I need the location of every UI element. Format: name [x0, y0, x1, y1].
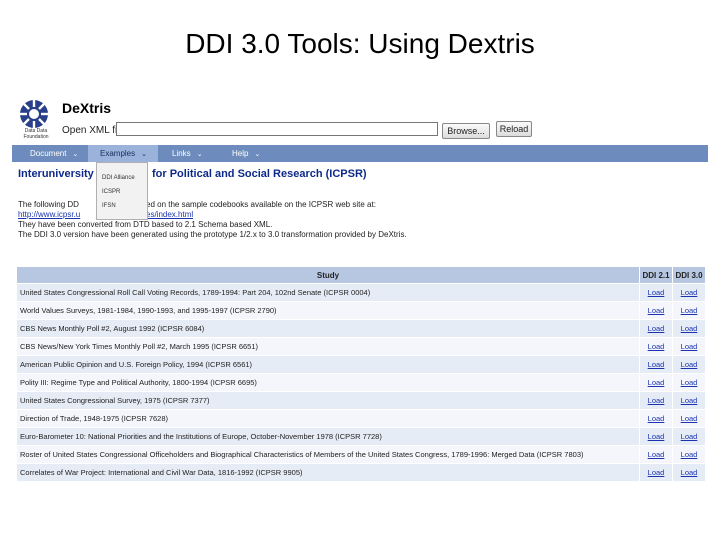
- desc-text: ed on the sample codebooks available on …: [146, 200, 376, 209]
- dropdown-item-ddi-alliance[interactable]: DDI Alliance: [102, 175, 135, 181]
- slide-title: DDI 3.0 Tools: Using Dextris: [185, 28, 535, 59]
- dropdown-item-ifsn[interactable]: IFSN: [102, 203, 116, 209]
- menu-examples[interactable]: Examples ⌄: [88, 145, 158, 162]
- description-line-3: They have been converted from DTD based …: [18, 220, 273, 229]
- chevron-down-icon: ⌄: [196, 151, 203, 158]
- table-row: United States Congressional Survey, 1975…: [16, 391, 706, 410]
- page-title: Interuniversity for Political and Social…: [18, 168, 367, 180]
- study-name: Euro-Barometer 10: National Priorities a…: [16, 427, 640, 446]
- table-row: World Values Surveys, 1981-1984, 1990-19…: [16, 301, 706, 320]
- table-row: United States Congressional Roll Call Vo…: [16, 283, 706, 302]
- study-name: Direction of Trade, 1948-1975 (ICPSR 762…: [16, 409, 640, 428]
- load-ddi21-link[interactable]: Load: [639, 391, 673, 410]
- menu-label: Document: [30, 149, 67, 158]
- load-ddi21-link[interactable]: Load: [639, 427, 673, 446]
- load-ddi21-link[interactable]: Load: [639, 373, 673, 392]
- table-row: American Public Opinion and U.S. Foreign…: [16, 355, 706, 374]
- browse-button[interactable]: Browse...: [442, 123, 490, 139]
- study-name: United States Congressional Survey, 1975…: [16, 391, 640, 410]
- column-header-ddi30: DDI 3.0: [672, 266, 706, 284]
- load-ddi21-link[interactable]: Load: [639, 409, 673, 428]
- load-ddi21-link[interactable]: Load: [639, 319, 673, 338]
- load-ddi21-link[interactable]: Load: [639, 337, 673, 356]
- load-ddi30-link[interactable]: Load: [672, 283, 706, 302]
- menu-document[interactable]: Document ⌄: [22, 145, 84, 162]
- icpsr-link[interactable]: http://www.icpsr.u: [18, 210, 80, 219]
- menu-bar: Document ⌄ Examples ⌄ Links ⌄ Help ⌄: [12, 145, 708, 162]
- table-row: CBS News Monthly Poll #2, August 1992 (I…: [16, 319, 706, 338]
- table-row: Polity III: Regime Type and Political Au…: [16, 373, 706, 392]
- menu-help[interactable]: Help ⌄: [224, 145, 284, 162]
- study-name: Roster of United States Congressional Of…: [16, 445, 640, 464]
- load-ddi30-link[interactable]: Load: [672, 391, 706, 410]
- load-ddi30-link[interactable]: Load: [672, 427, 706, 446]
- load-ddi21-link[interactable]: Load: [639, 301, 673, 320]
- study-name: CBS News/New York Times Monthly Poll #2,…: [16, 337, 640, 356]
- table-row: Euro-Barometer 10: National Priorities a…: [16, 427, 706, 446]
- table-row: Direction of Trade, 1948-1975 (ICPSR 762…: [16, 409, 706, 428]
- study-name: CBS News Monthly Poll #2, August 1992 (I…: [16, 319, 640, 338]
- page-title-left: Interuniversity: [18, 168, 94, 180]
- chevron-down-icon: ⌄: [254, 151, 261, 158]
- load-ddi21-link[interactable]: Load: [639, 283, 673, 302]
- table-row: Correlates of War Project: International…: [16, 463, 706, 482]
- icpsr-link-tail[interactable]: es/index.html: [146, 210, 193, 220]
- page-title-right: for Political and Social Research (ICPSR…: [152, 168, 367, 180]
- load-ddi30-link[interactable]: Load: [672, 373, 706, 392]
- menu-links[interactable]: Links ⌄: [164, 145, 226, 162]
- table-body: United States Congressional Roll Call Vo…: [16, 283, 706, 482]
- chevron-down-icon: ⌄: [141, 151, 147, 158]
- study-name: United States Congressional Roll Call Vo…: [16, 283, 640, 302]
- study-name: American Public Opinion and U.S. Foreign…: [16, 355, 640, 374]
- table-header-row: Study DDI 2.1 DDI 3.0: [16, 266, 706, 284]
- menu-label: Links: [172, 149, 191, 158]
- load-ddi30-link[interactable]: Load: [672, 319, 706, 338]
- load-ddi21-link[interactable]: Load: [639, 463, 673, 482]
- menu-label: Help: [232, 149, 249, 158]
- examples-dropdown: DDI Alliance ICSPR IFSN: [96, 162, 148, 220]
- load-ddi30-link[interactable]: Load: [672, 355, 706, 374]
- app-name: DeXtris: [62, 100, 112, 116]
- menu-label: Examples: [100, 149, 136, 158]
- dropdown-item-icspr[interactable]: ICSPR: [102, 189, 120, 195]
- load-ddi30-link[interactable]: Load: [672, 301, 706, 320]
- column-header-ddi21: DDI 2.1: [639, 266, 673, 284]
- study-name: Polity III: Regime Type and Political Au…: [16, 373, 640, 392]
- load-ddi21-link[interactable]: Load: [639, 445, 673, 464]
- load-ddi30-link[interactable]: Load: [672, 337, 706, 356]
- load-ddi30-link[interactable]: Load: [672, 409, 706, 428]
- studies-table: Study DDI 2.1 DDI 3.0 United States Cong…: [16, 266, 706, 482]
- load-ddi21-link[interactable]: Load: [639, 355, 673, 374]
- load-ddi30-link[interactable]: Load: [672, 445, 706, 464]
- description-link-line: http://www.icpsr.u es/index.html: [18, 210, 193, 220]
- description-line-4: The DDI 3.0 version have been generated …: [18, 230, 407, 239]
- load-ddi30-link[interactable]: Load: [672, 463, 706, 482]
- table-row: Roster of United States Congressional Of…: [16, 445, 706, 464]
- chevron-down-icon: ⌄: [72, 151, 79, 158]
- study-name: Correlates of War Project: International…: [16, 463, 640, 482]
- table-row: CBS News/New York Times Monthly Poll #2,…: [16, 337, 706, 356]
- xml-file-input[interactable]: [116, 122, 438, 136]
- description-line-1: The following DD ed on the sample codebo…: [18, 200, 376, 210]
- reload-button[interactable]: Reload: [496, 121, 532, 137]
- column-header-study: Study: [16, 266, 640, 284]
- study-name: World Values Surveys, 1981-1984, 1990-19…: [16, 301, 640, 320]
- dextris-window: Data Data Foundation DeXtris Open XML fi…: [12, 96, 708, 498]
- logo-caption: Data Data Foundation: [23, 128, 49, 140]
- desc-text: The following DD: [18, 200, 79, 209]
